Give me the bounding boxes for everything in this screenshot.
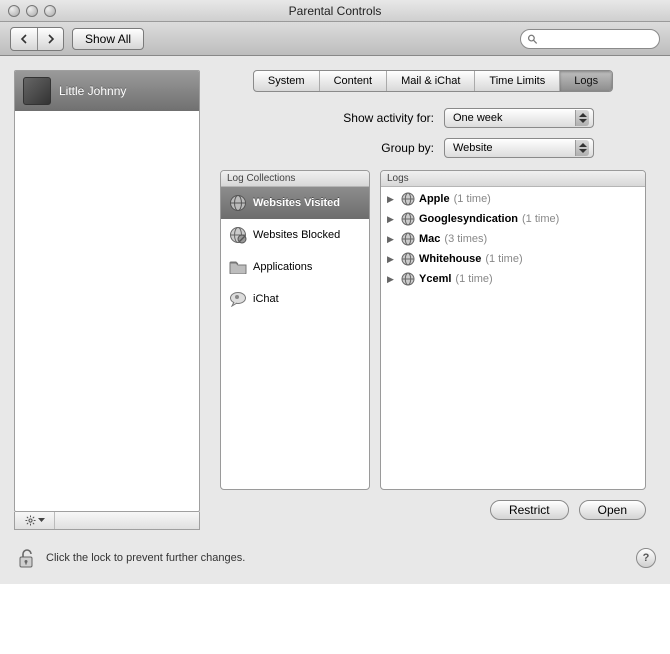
search-input[interactable] (542, 32, 653, 46)
restrict-button[interactable]: Restrict (490, 500, 569, 520)
log-count: (3 times) (444, 233, 487, 245)
tab-content[interactable]: Content (319, 71, 387, 91)
log-collections-box: Log Collections Websites Visited (220, 170, 370, 490)
help-icon: ? (643, 552, 650, 564)
log-site-name: Mac (419, 233, 440, 245)
tab-time-limits[interactable]: Time Limits (474, 71, 559, 91)
log-row[interactable]: ▶ Apple (1 time) (381, 189, 645, 209)
globe-icon (401, 192, 415, 206)
nav-segmented-control (10, 27, 64, 51)
globe-icon (401, 272, 415, 286)
chat-bubble-icon (229, 290, 247, 308)
close-window-button[interactable] (8, 5, 20, 17)
log-count: (1 time) (455, 273, 492, 285)
groupby-value: Website (453, 142, 493, 154)
show-all-button[interactable]: Show All (72, 28, 144, 50)
collection-label: Applications (253, 261, 312, 273)
globe-icon (401, 232, 415, 246)
log-collections-list[interactable]: Websites Visited Websites Blocked (221, 187, 369, 489)
log-count: (1 time) (485, 253, 522, 265)
accounts-sidebar: Little Johnny (14, 70, 200, 530)
gear-icon (25, 515, 36, 526)
tab-bar: System Content Mail & iChat Time Limits … (253, 70, 613, 92)
activity-popup[interactable]: One week (444, 108, 594, 128)
globe-icon (401, 212, 415, 226)
activity-label: Show activity for: (343, 111, 434, 125)
collection-label: iChat (253, 293, 279, 305)
lock-hint-text: Click the lock to prevent further change… (46, 552, 245, 564)
forward-button[interactable] (37, 28, 63, 50)
user-row[interactable]: Little Johnny (15, 71, 199, 111)
collection-ichat[interactable]: iChat (221, 283, 369, 315)
chevron-right-icon (46, 34, 56, 44)
zoom-window-button[interactable] (44, 5, 56, 17)
disclosure-triangle-icon[interactable]: ▶ (387, 254, 397, 265)
globe-icon (229, 194, 247, 212)
logs-list[interactable]: ▶ Apple (1 time) ▶ Googlesyndication (1 … (381, 187, 645, 489)
activity-value: One week (453, 112, 503, 124)
log-site-name: Yceml (419, 273, 451, 285)
popup-arrows-icon (575, 140, 589, 156)
log-row[interactable]: ▶ Whitehouse (1 time) (381, 249, 645, 269)
chevron-down-icon (38, 518, 45, 523)
user-avatar (23, 77, 51, 105)
collection-websites-visited[interactable]: Websites Visited (221, 187, 369, 219)
groupby-label: Group by: (381, 141, 434, 155)
collection-label: Websites Visited (253, 197, 340, 209)
sidebar-bottom-bar (14, 512, 200, 530)
collection-applications[interactable]: Applications (221, 251, 369, 283)
log-site-name: Whitehouse (419, 253, 481, 265)
log-row[interactable]: ▶ Googlesyndication (1 time) (381, 209, 645, 229)
tab-logs[interactable]: Logs (559, 71, 612, 91)
disclosure-triangle-icon[interactable]: ▶ (387, 194, 397, 205)
logs-panel: Show activity for: One week Group by: We… (210, 94, 656, 530)
log-count: (1 time) (522, 213, 559, 225)
back-button[interactable] (11, 28, 37, 50)
log-site-name: Googlesyndication (419, 213, 518, 225)
help-button[interactable]: ? (636, 548, 656, 568)
lock-open-icon[interactable] (14, 546, 38, 570)
log-row[interactable]: ▶ Yceml (1 time) (381, 269, 645, 289)
window-title: Parental Controls (0, 4, 670, 18)
popup-arrows-icon (575, 110, 589, 126)
tab-mail-ichat[interactable]: Mail & iChat (386, 71, 474, 91)
logs-box: Logs ▶ Apple (1 time) ▶ Googlesyndicatio… (380, 170, 646, 490)
log-count: (1 time) (454, 193, 491, 205)
titlebar: Parental Controls (0, 0, 670, 22)
search-icon (527, 33, 538, 45)
globe-blocked-icon (229, 226, 247, 244)
globe-icon (401, 252, 415, 266)
main-panel: System Content Mail & iChat Time Limits … (210, 70, 656, 530)
collection-websites-blocked[interactable]: Websites Blocked (221, 219, 369, 251)
log-site-name: Apple (419, 193, 450, 205)
open-button[interactable]: Open (579, 500, 646, 520)
action-menu-button[interactable] (15, 512, 55, 529)
disclosure-triangle-icon[interactable]: ▶ (387, 274, 397, 285)
minimize-window-button[interactable] (26, 5, 38, 17)
toolbar: Show All (0, 22, 670, 56)
footer: Click the lock to prevent further change… (0, 538, 670, 584)
disclosure-triangle-icon[interactable]: ▶ (387, 214, 397, 225)
disclosure-triangle-icon[interactable]: ▶ (387, 234, 397, 245)
collection-label: Websites Blocked (253, 229, 340, 241)
log-row[interactable]: ▶ Mac (3 times) (381, 229, 645, 249)
user-name: Little Johnny (59, 84, 126, 98)
tab-system[interactable]: System (254, 71, 319, 91)
search-field[interactable] (520, 29, 660, 49)
groupby-popup[interactable]: Website (444, 138, 594, 158)
log-collections-header: Log Collections (221, 171, 369, 187)
logs-header: Logs (381, 171, 645, 187)
chevron-left-icon (19, 34, 29, 44)
folder-icon (229, 258, 247, 276)
user-list[interactable]: Little Johnny (14, 70, 200, 512)
